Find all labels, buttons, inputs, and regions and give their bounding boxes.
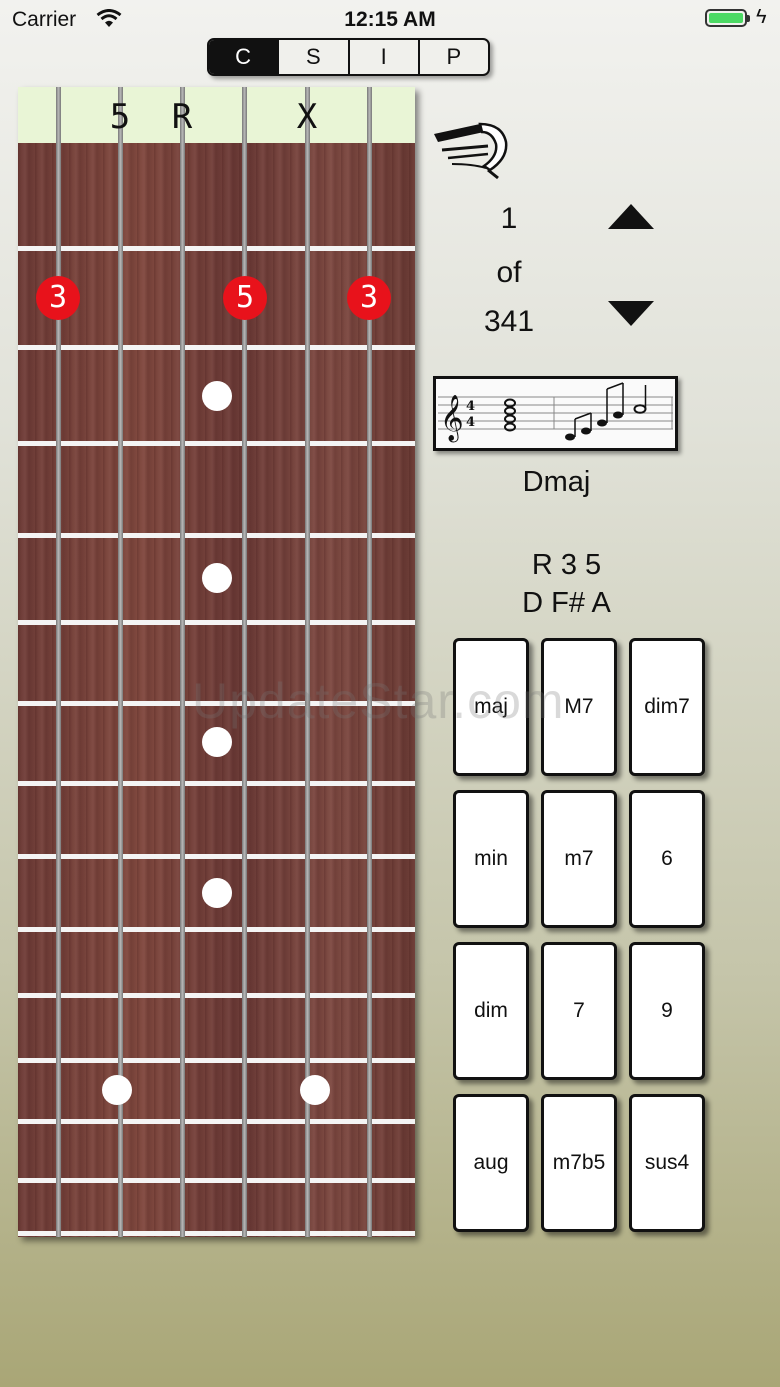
chord-type-aug-button[interactable]: aug: [453, 1094, 529, 1232]
fret-wire: [18, 781, 415, 786]
finger-dot[interactable]: 3: [36, 276, 80, 320]
fret-wire: [18, 927, 415, 932]
svg-text:4: 4: [466, 399, 475, 414]
chord-notes: D F# A: [522, 587, 611, 619]
string-6: [56, 87, 61, 1237]
string-1: [367, 87, 372, 1237]
chord-type-m7-button[interactable]: m7: [541, 790, 617, 928]
nut-area: [18, 87, 415, 143]
string-marker-root: R: [171, 97, 193, 137]
svg-text:4: 4: [466, 415, 475, 430]
fretboard[interactable]: 5 R X 3 5 3: [18, 87, 415, 1237]
finger-dot[interactable]: 3: [347, 276, 391, 320]
chord-type-min-button[interactable]: min: [453, 790, 529, 928]
clock: 12:15 AM: [344, 8, 436, 31]
fret-wire: [18, 1231, 415, 1236]
string-3: [242, 87, 247, 1237]
fret-wire: [18, 441, 415, 446]
previous-voicing-button[interactable]: [606, 202, 656, 232]
string-5: [118, 87, 123, 1237]
fret-wire: [18, 345, 415, 350]
chord-type-dim-button[interactable]: dim: [453, 942, 529, 1080]
battery-icon: [705, 9, 747, 27]
fret-inlay-dot: [202, 563, 232, 593]
fret-inlay-dot: [102, 1075, 132, 1105]
fret-wire: [18, 246, 415, 251]
charging-icon: ϟ: [756, 6, 767, 28]
chord-type-sus4-button[interactable]: sus4: [629, 1094, 705, 1232]
svg-text:𝄞: 𝄞: [440, 395, 464, 443]
segment-i[interactable]: I: [347, 40, 418, 74]
watermark: UpdateStar.com: [192, 673, 565, 729]
fret-wire: [18, 620, 415, 625]
chord-name: Dmaj: [522, 466, 591, 498]
string-4: [180, 87, 185, 1237]
triangle-down-icon: [608, 301, 654, 326]
fret-inlay-dot: [300, 1075, 330, 1105]
triangle-up-icon: [608, 204, 654, 229]
fret-inlay-dot: [202, 878, 232, 908]
chord-type-9-button[interactable]: 9: [629, 942, 705, 1080]
chord-intervals: R 3 5: [531, 549, 602, 581]
status-bar: Carrier 12:15 AM ϟ: [0, 0, 780, 40]
fret-wire: [18, 1058, 415, 1063]
segment-p[interactable]: P: [417, 40, 488, 74]
chord-type-m7b5-button[interactable]: m7b5: [541, 1094, 617, 1232]
string-marker-muted: X: [296, 97, 318, 137]
string-marker-5: 5: [109, 97, 131, 137]
voicing-total: 341: [483, 305, 535, 338]
fret-wire: [18, 993, 415, 998]
chord-type-7-button[interactable]: 7: [541, 942, 617, 1080]
segment-c[interactable]: C: [209, 40, 278, 74]
string-2: [305, 87, 310, 1237]
segment-s[interactable]: S: [277, 40, 347, 74]
music-staff-icon: 𝄞 4 4: [438, 382, 673, 443]
fret-wire: [18, 1178, 415, 1183]
fret-wire: [18, 533, 415, 538]
voicing-of-label: of: [496, 256, 522, 289]
finger-dot[interactable]: 5: [223, 276, 267, 320]
chord-type-6-button[interactable]: 6: [629, 790, 705, 928]
fret-wire: [18, 1119, 415, 1124]
battery-tip: [747, 15, 750, 22]
next-voicing-button[interactable]: [606, 298, 656, 328]
mode-segmented-control: C S I P: [207, 38, 490, 76]
fret-wire: [18, 854, 415, 859]
chord-type-dim7-button[interactable]: dim7: [629, 638, 705, 776]
capo-icon[interactable]: [432, 118, 510, 187]
fret-inlay-dot: [202, 381, 232, 411]
voicing-current: 1: [500, 202, 518, 235]
staff-notation-button[interactable]: 𝄞 4 4: [433, 376, 678, 451]
fret-inlay-dot: [202, 727, 232, 757]
